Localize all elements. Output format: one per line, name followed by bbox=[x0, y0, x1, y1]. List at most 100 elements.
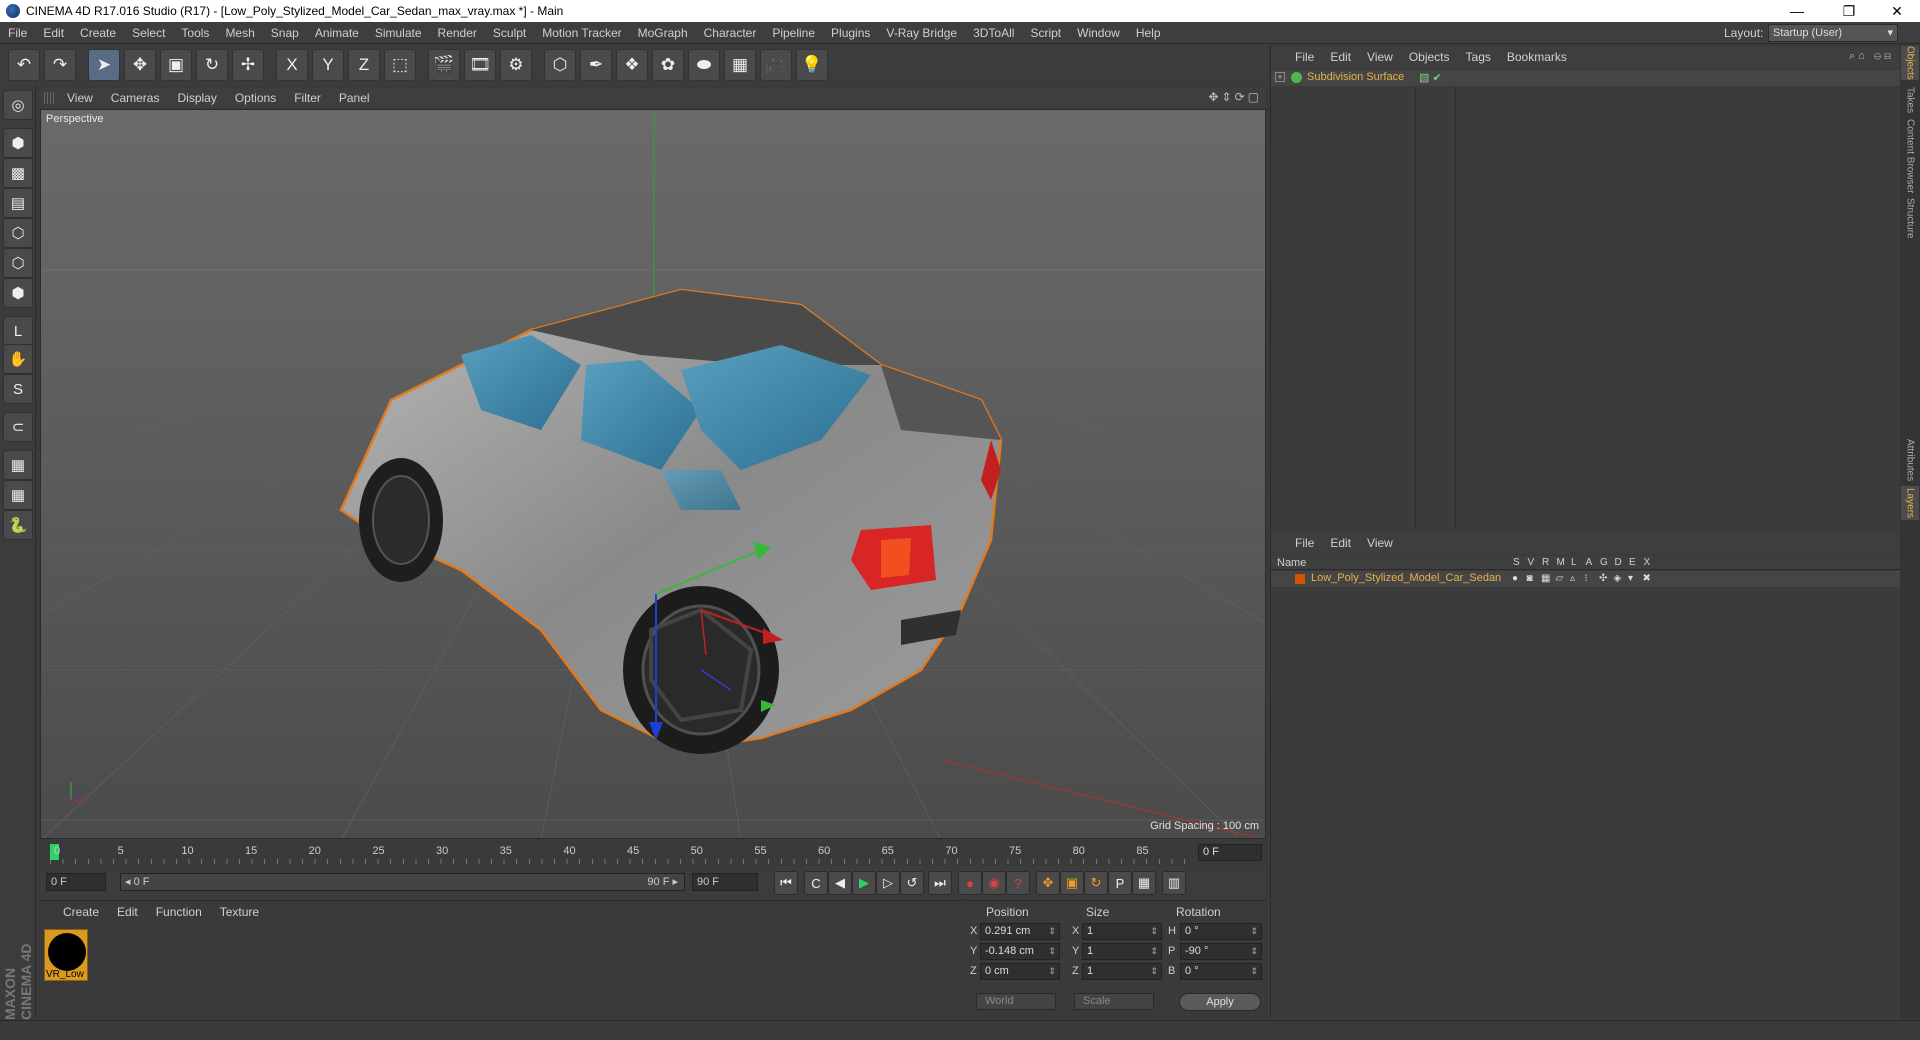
floor-icon[interactable]: ▦ bbox=[724, 49, 756, 81]
frame-range-slider[interactable]: ◂ 0 F 90 F ▸ bbox=[120, 873, 685, 891]
menu-file[interactable]: File bbox=[0, 26, 35, 40]
menu-render[interactable]: Render bbox=[430, 26, 485, 40]
rotation-h-field[interactable]: 0 ° bbox=[1180, 923, 1262, 940]
coordinate-system-icon[interactable]: ⬚ bbox=[384, 49, 416, 81]
layer-row[interactable]: Low_Poly_Stylized_Model_Car_Sedan ● ◙ ▦ ▱ ▵ ⁝… bbox=[1271, 571, 1901, 587]
viewport-menu-options[interactable]: Options bbox=[226, 91, 285, 105]
menu-plugins[interactable]: Plugins bbox=[823, 26, 878, 40]
layer-toggle-v-icon[interactable]: ◙ bbox=[1527, 573, 1533, 584]
coordinate-mode-dropdown[interactable]: Scale bbox=[1074, 993, 1154, 1010]
maximize-button[interactable]: ❐ bbox=[1826, 0, 1872, 22]
edges-mode-icon[interactable]: ⬡ bbox=[3, 248, 33, 278]
material-menu-texture[interactable]: Texture bbox=[211, 905, 268, 919]
viewport-navigation-icons[interactable]: ✥⇕⟳▢ bbox=[1208, 90, 1262, 104]
object-menu-tags[interactable]: Tags bbox=[1458, 50, 1499, 64]
perspective-viewport[interactable]: Perspective Grid Spacing : 100 cm bbox=[40, 109, 1266, 839]
layer-toggle-s-icon[interactable]: ● bbox=[1512, 573, 1518, 584]
layer-column-d[interactable]: D bbox=[1615, 557, 1622, 568]
prev-key-icon[interactable]: C bbox=[804, 871, 828, 895]
layout-dropdown[interactable]: Startup (User) bbox=[1768, 24, 1898, 42]
prev-frame-icon[interactable]: ◀ bbox=[828, 871, 852, 895]
menu-pipeline[interactable]: Pipeline bbox=[764, 26, 823, 40]
side-tab-objects[interactable]: Objects bbox=[1901, 46, 1919, 80]
play-icon[interactable]: ▶ bbox=[852, 871, 876, 895]
object-menu-file[interactable]: File bbox=[1287, 50, 1322, 64]
layer-toggle-l-icon[interactable]: ▵ bbox=[1570, 573, 1575, 584]
position-y-field[interactable]: -0.148 cm bbox=[980, 943, 1060, 960]
size-y-field[interactable]: 1 bbox=[1082, 943, 1162, 960]
layer-column-r[interactable]: R bbox=[1542, 557, 1549, 568]
menu-mesh[interactable]: Mesh bbox=[217, 26, 262, 40]
layer-toggle-m-icon[interactable]: ▱ bbox=[1556, 573, 1564, 584]
menu-simulate[interactable]: Simulate bbox=[367, 26, 430, 40]
next-key-icon[interactable]: ↺ bbox=[900, 871, 924, 895]
model-mode-icon[interactable]: ⬢ bbox=[3, 128, 33, 158]
render-settings-icon[interactable]: ⚙ bbox=[500, 49, 532, 81]
position-z-field[interactable]: 0 cm bbox=[980, 963, 1060, 980]
record-icon[interactable]: ● bbox=[958, 871, 982, 895]
size-x-field[interactable]: 1 bbox=[1082, 923, 1162, 940]
redo-icon[interactable]: ↷ bbox=[44, 49, 76, 81]
side-tab-content-browser[interactable]: Content Browser bbox=[1901, 118, 1919, 194]
layer-menu-file[interactable]: File bbox=[1287, 536, 1322, 550]
scale-icon[interactable]: ▣ bbox=[160, 49, 192, 81]
render-picture-viewer-icon[interactable]: 🎞 bbox=[464, 49, 496, 81]
undo-icon[interactable]: ↶ bbox=[8, 49, 40, 81]
y-axis-icon[interactable]: Y bbox=[312, 49, 344, 81]
menu-snap[interactable]: Snap bbox=[263, 26, 307, 40]
menu-3dtoall[interactable]: 3DToAll bbox=[965, 26, 1022, 40]
material-vr-low[interactable]: VR_Low bbox=[44, 929, 88, 981]
move-key-icon[interactable]: ✥ bbox=[1036, 871, 1060, 895]
layer-toggle-d-icon[interactable]: ◈ bbox=[1614, 573, 1622, 584]
rotation-p-field[interactable]: -90 ° bbox=[1180, 943, 1262, 960]
cursor-icon[interactable]: ➤ bbox=[88, 49, 120, 81]
tweak-icon[interactable]: ✋ bbox=[3, 344, 33, 374]
end-frame-field[interactable]: 90 F bbox=[692, 873, 758, 891]
menu-character[interactable]: Character bbox=[696, 26, 765, 40]
layer-toggle-e-icon[interactable]: ▾ bbox=[1628, 573, 1633, 584]
menu-select[interactable]: Select bbox=[124, 26, 173, 40]
side-tab-takes[interactable]: Takes bbox=[1901, 86, 1919, 114]
menu-motion-tracker[interactable]: Motion Tracker bbox=[534, 26, 629, 40]
object-manager-header-icons[interactable]: ⌕⌂ ⊖⊟ bbox=[1849, 50, 1894, 63]
lock-workplane-icon[interactable]: ▦ bbox=[3, 450, 33, 480]
material-menu-function[interactable]: Function bbox=[147, 905, 211, 919]
axis-icon[interactable]: L bbox=[3, 316, 33, 346]
rotate-icon[interactable]: ↻ bbox=[196, 49, 228, 81]
layer-column-e[interactable]: E bbox=[1629, 557, 1636, 568]
layer-column-g[interactable]: G bbox=[1600, 557, 1608, 568]
layer-toggle-r-icon[interactable]: ▦ bbox=[1541, 573, 1550, 584]
menu-help[interactable]: Help bbox=[1128, 26, 1169, 40]
pla-key-icon[interactable]: ▦ bbox=[1132, 871, 1156, 895]
side-tab-attributes[interactable]: Attributes bbox=[1901, 438, 1919, 482]
snap-icon[interactable]: S bbox=[3, 374, 33, 404]
start-frame-field[interactable]: 0 F bbox=[46, 873, 106, 891]
points-mode-icon[interactable]: ⬡ bbox=[3, 218, 33, 248]
cube-icon[interactable]: ⬡ bbox=[544, 49, 576, 81]
object-row-subdivision-surface[interactable]: + Subdivision Surface ▧ ✔ bbox=[1271, 70, 1901, 86]
z-axis-icon[interactable]: Z bbox=[348, 49, 380, 81]
rotation-b-field[interactable]: 0 ° bbox=[1180, 963, 1262, 980]
position-x-field[interactable]: 0.291 cm bbox=[980, 923, 1060, 940]
polygons-mode-icon[interactable]: ⬢ bbox=[3, 278, 33, 308]
x-axis-icon[interactable]: X bbox=[276, 49, 308, 81]
apply-button[interactable]: Apply bbox=[1179, 993, 1261, 1011]
scale-key-icon[interactable]: ▣ bbox=[1060, 871, 1084, 895]
viewport-menu-panel[interactable]: Panel bbox=[330, 91, 379, 105]
timeline-ruler[interactable]: 051015202530354045505560657075808590 0 F bbox=[40, 842, 1266, 864]
layer-column-v[interactable]: V bbox=[1528, 557, 1535, 568]
menu-create[interactable]: Create bbox=[72, 26, 124, 40]
param-key-icon[interactable]: P bbox=[1108, 871, 1132, 895]
goto-end-icon[interactable]: ⏭ bbox=[928, 871, 952, 895]
object-tags[interactable]: ▧ ✔ bbox=[1419, 71, 1442, 84]
live-select-icon[interactable]: ✢ bbox=[232, 49, 264, 81]
layer-toggle-g-icon[interactable]: ✣ bbox=[1599, 573, 1607, 584]
next-frame-icon[interactable]: ▷ bbox=[876, 871, 900, 895]
current-frame-field[interactable]: 0 F bbox=[1198, 844, 1262, 861]
layer-menu-edit[interactable]: Edit bbox=[1322, 536, 1359, 550]
grid-snap-icon[interactable]: ▦ bbox=[3, 480, 33, 510]
object-menu-view[interactable]: View bbox=[1359, 50, 1401, 64]
layer-column-m[interactable]: M bbox=[1557, 557, 1565, 568]
menu-edit[interactable]: Edit bbox=[35, 26, 72, 40]
move-icon[interactable]: ✥ bbox=[124, 49, 156, 81]
